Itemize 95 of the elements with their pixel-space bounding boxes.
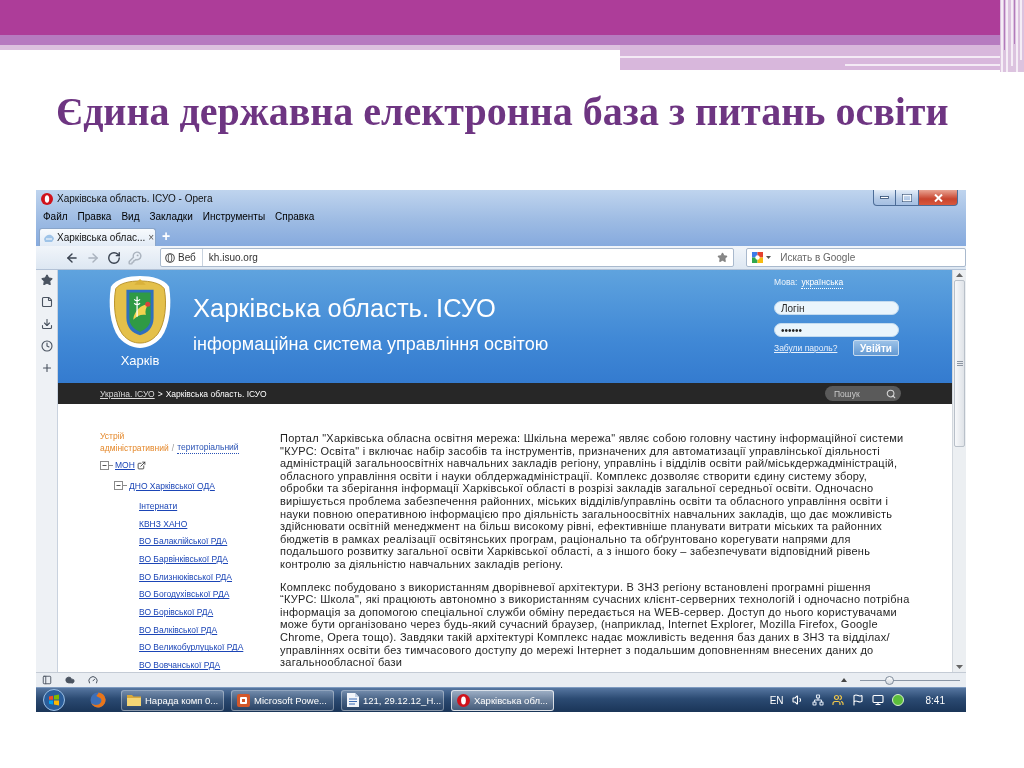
scrollbar-thumb[interactable] <box>954 280 965 447</box>
tree-link[interactable]: КВНЗ ХАНО <box>139 517 188 530</box>
site-search-box[interactable]: Пошук <box>825 386 901 401</box>
flag-icon[interactable] <box>851 694 864 706</box>
back-icon[interactable] <box>65 250 79 265</box>
download-icon[interactable] <box>40 318 53 330</box>
taskbar-button[interactable]: Microsoft Powe... <box>231 689 334 711</box>
users-icon[interactable] <box>831 694 844 706</box>
slider-thumb[interactable] <box>885 675 895 685</box>
close-icon <box>933 193 943 202</box>
tree-link[interactable]: ВО Вовчанської РДА <box>139 659 221 672</box>
tree-link[interactable]: ВО Великобурлуцької РДА <box>139 641 244 654</box>
tree-link[interactable]: МОН <box>115 459 135 471</box>
menu-item[interactable]: Закладки <box>144 209 198 224</box>
start-orb-icon[interactable] <box>43 689 65 711</box>
language-label: Мова: <box>774 277 798 289</box>
globe-icon <box>165 252 175 263</box>
body-paragraph: Комплекс побудовано з використанням дворівневої архітектури. В ЗНЗ регіону встановлені програмні рішення “КУРС: Школа", які працюють автономно з використанням сучасних клієнт-серверних технологій і одночасно потрібна інформація за допомогою спеціальної служби обміну передається на WEB-сервер. Доступ до нього користувачами може бути організовано через будь-який сучасний браузер, (наприклад, Internet Explorer, Mozilla Firefox, Google Chrome, Opera тощо). Завдяки такій архітектурі Комплекс надає можливість ведення баз даних в ЗНЗ та відділах/управліннях освіти без тимчасового доступу до мережі Інтернет з подальшим доповненням внесених даних до загальнообласної бази <box>280 580 910 669</box>
reload-icon[interactable] <box>107 250 121 265</box>
network-icon[interactable] <box>811 694 824 706</box>
caret-icon[interactable] <box>766 256 772 259</box>
login-field[interactable]: Логін <box>774 301 899 315</box>
gauge-icon[interactable] <box>88 675 98 685</box>
presentation-icon <box>237 693 250 707</box>
maximize-icon <box>902 193 912 202</box>
menu-item[interactable]: Правка <box>72 209 117 224</box>
url-field[interactable]: kh.isuo.org <box>202 250 718 265</box>
slide-title: Єдина державна електронна база з питань освіти <box>56 90 949 134</box>
star-icon[interactable] <box>40 274 53 286</box>
menu-item[interactable]: Вид <box>116 209 145 224</box>
panel-toggle-icon[interactable] <box>42 675 52 685</box>
maximize-button[interactable] <box>895 190 919 206</box>
menu-item[interactable]: Файл <box>38 209 73 224</box>
browser-icon[interactable] <box>90 692 106 708</box>
tree-link[interactable]: ДНО Харківської ОДА <box>129 480 215 492</box>
mode-link[interactable]: територіальний <box>177 442 239 454</box>
status-dot-icon[interactable] <box>891 694 904 706</box>
search-field[interactable]: Искать в Google <box>774 250 965 265</box>
structure-label: Устрій <box>100 430 126 442</box>
site-icon <box>44 233 54 242</box>
triangle-icon[interactable] <box>841 678 847 682</box>
search-icon[interactable] <box>886 388 896 399</box>
tree-link[interactable]: Інтернати <box>139 499 178 512</box>
tree-link[interactable]: ВО Барвінківської РДА <box>139 553 228 566</box>
menu-item[interactable]: Справка <box>270 209 320 224</box>
minimize-icon <box>880 196 889 199</box>
tab[interactable]: Харківська облас... × <box>39 228 156 246</box>
language-indicator[interactable]: EN <box>769 694 784 706</box>
clock-icon[interactable] <box>40 340 53 352</box>
tree-link[interactable]: ВО Близнюківської РДА <box>139 570 232 583</box>
password-field[interactable]: •••••• <box>774 323 899 337</box>
note-icon[interactable] <box>40 296 53 308</box>
shield-emblem-icon <box>108 275 172 349</box>
menu-item[interactable]: Инструменты <box>197 209 271 224</box>
cloud-icon[interactable] <box>65 675 75 685</box>
tree-link[interactable]: ВО Балаклійської РДА <box>139 535 228 548</box>
monitor-icon[interactable] <box>871 694 884 706</box>
site-search-field[interactable]: Пошук <box>825 386 886 401</box>
close-button[interactable] <box>918 190 958 206</box>
minimize-button[interactable] <box>873 190 896 206</box>
star-icon[interactable] <box>717 252 729 263</box>
forgot-password-link[interactable]: Забули пароль? <box>774 343 838 353</box>
document-icon <box>347 693 359 707</box>
taskbar-button[interactable]: Харківська обл... <box>451 689 554 711</box>
taskbar-button[interactable]: 121, 29.12.12_H... <box>341 689 444 711</box>
caret-up-icon[interactable] <box>956 273 963 277</box>
speaker-icon[interactable] <box>791 694 804 706</box>
city-label: Харків <box>120 353 160 369</box>
collapse-icon[interactable] <box>100 460 113 470</box>
mode-separator: / <box>171 442 175 454</box>
breadcrumb-link[interactable]: Україна. ІСУО <box>100 388 155 399</box>
ring-icon <box>41 192 53 205</box>
tab-close-button[interactable]: × <box>148 231 155 244</box>
breadcrumb-current: Харківська область. ІСУО <box>165 388 267 399</box>
ring-icon <box>457 693 470 707</box>
site-subtitle: інформаційна система управління освітою <box>193 333 549 355</box>
window-title: Харківська область. ІСУО - Opera <box>57 192 213 206</box>
taskbar-button[interactable]: Нарада комп 0... <box>121 689 224 711</box>
caret-down-icon[interactable] <box>956 665 963 669</box>
breadcrumb-separator: > <box>157 388 163 399</box>
site-info-button[interactable]: Веб <box>161 249 203 266</box>
clock-time[interactable]: 8:41 <box>925 694 945 706</box>
tree-link[interactable]: ВО Валківської РДА <box>139 623 218 636</box>
address-bar[interactable]: Веб kh.isuo.org <box>160 248 735 267</box>
site-title: Харківська область. ІСУО <box>193 294 497 322</box>
search-box[interactable]: Искать в Google <box>746 248 966 267</box>
grip-icon <box>956 361 963 366</box>
collapse-icon[interactable] <box>114 481 127 491</box>
search-engine-icon[interactable] <box>752 252 764 263</box>
tree-link[interactable]: ВО Борівської РДА <box>139 606 214 619</box>
body-paragraph: Портал "Харківська обласна освітня мережа: Шкільна мережа" являє собою головну частину інформаційної системи "КУРС: Освіта" і включає набір засобів та інструментів, призначених для автоматизації управлінської діяльності адміністрацій загальноосвітніх навчальних закладів регіону, управлінь і відділів освіти рай/міськдержадміністрацій, обласного управління освіти і науки облдержадміністрації. Комплекс дозволяє створити єдину систему збору, обробки та зберігання інформації Харківської області в розрізі закладів загальної середньої освіти. Одночасно вирішується проблема забезпечення районних, міських відділів/управлінь освіти та обласного управління освіти і науки повною оперативною інформацією про діяльність загальноосвітніх навчальних закладів, що дає можливість здійснювати освітній менеджмент на більш високому рівні, ефективніше планувати витрати міських та районних бюджетів в рамках реалізації освітянських програм, раціонально та обґрунтовано корегувати напрями для подальшого розвитку загальної освіти Харківської області, а з іншого боку – забезпечувати відповідний рівень контролю за діяльністю навчальних закладів регіону. <box>280 432 905 571</box>
folder-icon <box>127 694 141 706</box>
scrollbar[interactable] <box>952 270 966 672</box>
plus-icon[interactable] <box>40 362 53 374</box>
tree-link[interactable]: ВО Богодухівської РДА <box>139 588 230 601</box>
